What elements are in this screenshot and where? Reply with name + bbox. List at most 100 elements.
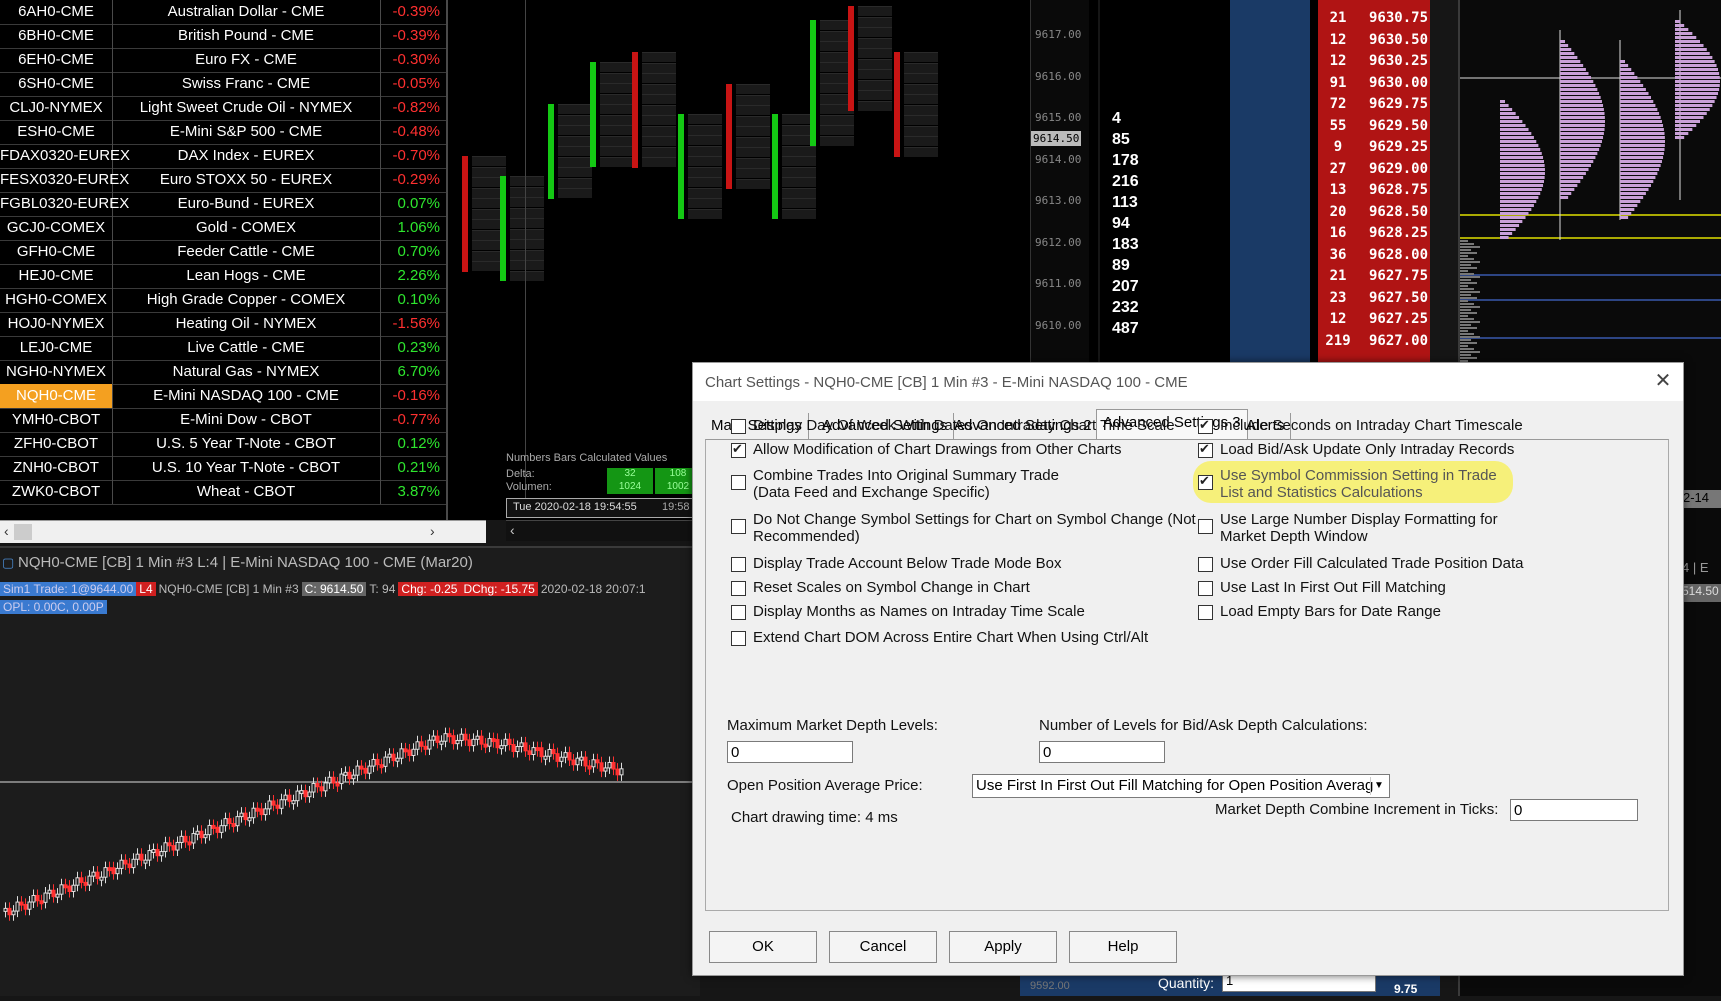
profile-bar xyxy=(1460,267,1477,269)
checkbox-icon[interactable] xyxy=(1198,581,1213,596)
dom-size: 12 xyxy=(1329,311,1347,327)
quote-row[interactable]: 6BH0-CME British Pound - CME -0.39% xyxy=(0,24,446,49)
quote-name: E-Mini S&P 500 - CME xyxy=(112,120,381,144)
candle xyxy=(431,735,436,741)
dom-price: 9629.00 xyxy=(1369,160,1429,177)
open-position-select[interactable]: Use First In First Out Fill Matching for… xyxy=(972,774,1390,798)
footprint-cell xyxy=(642,52,676,62)
quote-symbol: ZNH0-CBOT xyxy=(0,456,113,480)
checkbox-icon[interactable] xyxy=(731,605,746,620)
bid-column[interactable] xyxy=(1230,0,1310,365)
option-label: Do Not Change Symbol Settings for Chart … xyxy=(753,511,1196,528)
checkbox-icon[interactable] xyxy=(731,419,746,434)
chart-date: 2020-02-18 20:07:1 xyxy=(540,582,646,596)
checkbox-icon[interactable] xyxy=(1198,605,1213,620)
profile-bar xyxy=(1675,120,1700,123)
quote-row[interactable]: NGH0-NYMEX Natural Gas - NYMEX 6.70% xyxy=(0,360,446,385)
profile-bar xyxy=(1460,258,1474,260)
checkbox-checked-icon[interactable] xyxy=(1198,472,1213,490)
quote-name: Euro FX - CME xyxy=(112,48,381,72)
footprint-cell xyxy=(736,126,770,136)
profile-bar xyxy=(1500,176,1545,179)
candle xyxy=(487,738,492,747)
max-depth-input[interactable]: 0 xyxy=(727,741,853,763)
open-position-label: Open Position Average Price: xyxy=(727,777,923,794)
quote-row[interactable]: 6AH0-CME Australian Dollar - CME -0.39% xyxy=(0,0,446,25)
quote-row[interactable]: ESH0-CME E-Mini S&P 500 - CME -0.48% xyxy=(0,120,446,145)
checkbox-icon[interactable] xyxy=(731,557,746,572)
checkbox-checked-icon[interactable] xyxy=(1198,440,1213,458)
dom-size: 12 xyxy=(1329,31,1347,48)
footprint-cell xyxy=(558,167,592,177)
quote-row[interactable]: FDAX0320-EUREX DAX Index - EUREX -0.70% xyxy=(0,144,446,169)
cancel-button[interactable]: Cancel xyxy=(829,931,937,963)
profile-bar xyxy=(1560,104,1604,107)
candlestick-chart[interactable] xyxy=(0,580,700,996)
ok-button[interactable]: OK xyxy=(709,931,817,963)
quote-row[interactable]: GCJ0-COMEX Gold - COMEX 1.06% xyxy=(0,216,446,241)
candle xyxy=(363,767,368,774)
help-button[interactable]: Help xyxy=(1069,931,1177,963)
time-label-right: 19:58 xyxy=(662,501,690,513)
checkbox-icon[interactable] xyxy=(731,475,746,490)
profile-bar xyxy=(1500,204,1534,207)
scroll-thumb[interactable] xyxy=(14,524,32,540)
footprint-cell xyxy=(904,146,938,157)
footprint-cell xyxy=(688,208,722,219)
scroll-left-icon[interactable]: ‹ xyxy=(510,522,515,538)
apply-button[interactable]: Apply xyxy=(949,931,1057,963)
profile-bar xyxy=(1460,294,1471,296)
chevron-down-icon[interactable]: ▼ xyxy=(1370,777,1387,795)
quote-row[interactable]: FESX0320-EUREX Euro STOXX 50 - EUREX -0.29… xyxy=(0,168,446,193)
quote-board-scrollbar[interactable]: ‹ › xyxy=(0,520,486,543)
profile-bar xyxy=(1460,240,1468,242)
profile-bar xyxy=(1620,80,1641,83)
candle xyxy=(179,835,184,843)
candle xyxy=(131,858,136,869)
quote-row[interactable]: FGBL0320-EUREX Euro-Bund - EUREX 0.07% xyxy=(0,192,446,217)
quote-row[interactable]: NQH0-CME E-Mini NASDAQ 100 - CME -0.16% xyxy=(0,384,446,409)
checkbox-icon[interactable] xyxy=(731,519,746,534)
quote-row[interactable]: YMH0-CBOT E-Mini Dow - CBOT -0.77% xyxy=(0,408,446,433)
scroll-right-icon[interactable]: › xyxy=(430,523,435,539)
quote-row[interactable]: HEJ0-CME Lean Hogs - CME 2.26% xyxy=(0,264,446,289)
close-icon[interactable]: ✕ xyxy=(1653,371,1673,391)
checkbox-icon[interactable] xyxy=(731,581,746,596)
checkbox-checked-icon[interactable] xyxy=(1198,416,1213,434)
profile-bar xyxy=(1620,148,1665,151)
footprint-cell xyxy=(600,156,634,167)
quote-row[interactable]: ZFH0-CBOT U.S. 5 Year T-Note - CBOT 0.12% xyxy=(0,432,446,457)
quote-row[interactable]: ZWK0-CBOT Wheat - CBOT 3.87% xyxy=(0,480,446,505)
scroll-left-icon[interactable]: ‹ xyxy=(4,523,9,539)
quote-row[interactable]: HOJ0-NYMEX Heating Oil - NYMEX -1.56% xyxy=(0,312,446,337)
profile-bar xyxy=(1500,216,1526,219)
quote-row[interactable]: ZNH0-CBOT U.S. 10 Year T-Note - CBOT 0.21% xyxy=(0,456,446,481)
quote-row[interactable]: HGH0-COMEX High Grade Copper - COMEX 0.10% xyxy=(0,288,446,313)
profile-bar xyxy=(1620,192,1646,195)
candle xyxy=(587,765,592,770)
footprint-cell xyxy=(782,187,816,198)
checkbox-icon[interactable] xyxy=(1198,519,1213,534)
quote-row[interactable]: LEJ0-CME Live Cattle - CME 0.23% xyxy=(0,336,446,361)
quote-row[interactable]: GFH0-CME Feeder Cattle - CME 0.70% xyxy=(0,240,446,265)
bidask-levels-input[interactable]: 0 xyxy=(1039,741,1165,763)
candle xyxy=(23,903,28,910)
profile-bar xyxy=(1620,204,1638,207)
checkbox-icon[interactable] xyxy=(731,631,746,646)
quote-symbol: YMH0-CBOT xyxy=(0,408,113,432)
quote-row[interactable]: 6EH0-CME Euro FX - CME -0.30% xyxy=(0,48,446,73)
quote-row[interactable]: CLJ0-NYMEX Light Sweet Crude Oil - NYMEX -… xyxy=(0,96,446,121)
dom-price: 9627.50 xyxy=(1369,289,1429,306)
dom-price: 9630.25 xyxy=(1369,53,1429,69)
quote-symbol: NGH0-NYMEX xyxy=(0,360,113,384)
quote-row[interactable]: 6SH0-CME Swiss Franc - CME -0.05% xyxy=(0,72,446,97)
footprint-cell xyxy=(510,197,544,207)
dom-size: 91 xyxy=(1329,74,1347,91)
quote-name: E-Mini NASDAQ 100 - CME xyxy=(112,384,381,408)
candle xyxy=(175,841,180,851)
checkbox-checked-icon[interactable] xyxy=(731,440,746,458)
combine-increment-input[interactable]: 0 xyxy=(1510,799,1638,821)
dialog-title-bar[interactable]: Chart Settings - NQH0-CME [CB] 1 Min #3 … xyxy=(693,363,1683,401)
profile-bar xyxy=(1560,92,1600,95)
checkbox-icon[interactable] xyxy=(1198,557,1213,572)
